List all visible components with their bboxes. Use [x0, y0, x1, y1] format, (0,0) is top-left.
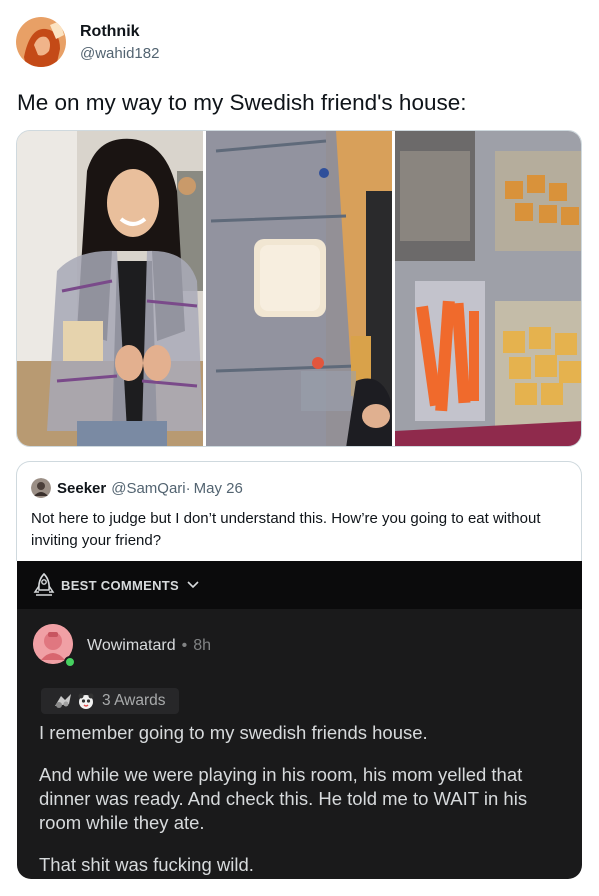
quoted-tweet-text: Not here to judge but I don’t understand… [31, 510, 541, 549]
woman-wearing-ziploc-jacket-photo[interactable] [17, 131, 203, 446]
comment-paragraph: That shit was fucking wild. [39, 854, 254, 875]
awards-count: 3 Awards [102, 692, 166, 709]
quoted-author-name[interactable]: Seeker [57, 480, 106, 497]
sort-label: BEST COMMENTS [61, 577, 180, 593]
reddit-comment-screenshot: BEST COMMENTS Wowimatard • 8h 3 Awards I… [17, 561, 582, 879]
tweet-text: Me on my way to my Swedish friend's hous… [17, 90, 467, 115]
award-icon [55, 694, 71, 708]
author-display-name[interactable]: Rothnik [80, 23, 159, 41]
comment-paragraph: And while we were playing in his room, h… [39, 764, 528, 833]
separator-dot: · [185, 479, 191, 497]
comment-meta: Wowimatard • 8h [87, 637, 211, 655]
author-avatar[interactable] [16, 17, 66, 67]
tweet-photo-grid [16, 130, 582, 447]
panda-award-icon [78, 693, 94, 709]
comment-paragraph: I remember going to my swedish friends h… [39, 722, 428, 743]
sandwich-bag-pocket-photo[interactable] [206, 131, 392, 446]
comment-sort-bar[interactable]: BEST COMMENTS [17, 561, 582, 609]
author-handle[interactable]: @wahid182 [80, 45, 159, 62]
online-status-dot [64, 656, 76, 668]
carrot-and-cracker-bags-photo[interactable] [395, 131, 581, 446]
quoted-tweet-header: Seeker @SamQari · May 26 [31, 478, 243, 498]
chevron-down-icon [187, 581, 199, 589]
commenter-username[interactable]: Wowimatard [87, 637, 176, 655]
awards-badge[interactable]: 3 Awards [41, 688, 180, 714]
tweet-header: Rothnik @wahid182 [16, 16, 159, 68]
quoted-author-handle[interactable]: @SamQari [111, 480, 185, 497]
comment-body: I remember going to my swedish friends h… [39, 721, 559, 877]
rocket-icon [33, 572, 55, 596]
author-info: Rothnik @wahid182 [80, 23, 159, 62]
quoted-tweet[interactable]: Seeker @SamQari · May 26 Not here to jud… [16, 461, 582, 561]
quoted-tweet-date[interactable]: May 26 [194, 480, 243, 497]
comment-time: 8h [193, 637, 212, 654]
quoted-author-avatar[interactable] [31, 478, 51, 498]
separator-dot: • [181, 637, 188, 654]
